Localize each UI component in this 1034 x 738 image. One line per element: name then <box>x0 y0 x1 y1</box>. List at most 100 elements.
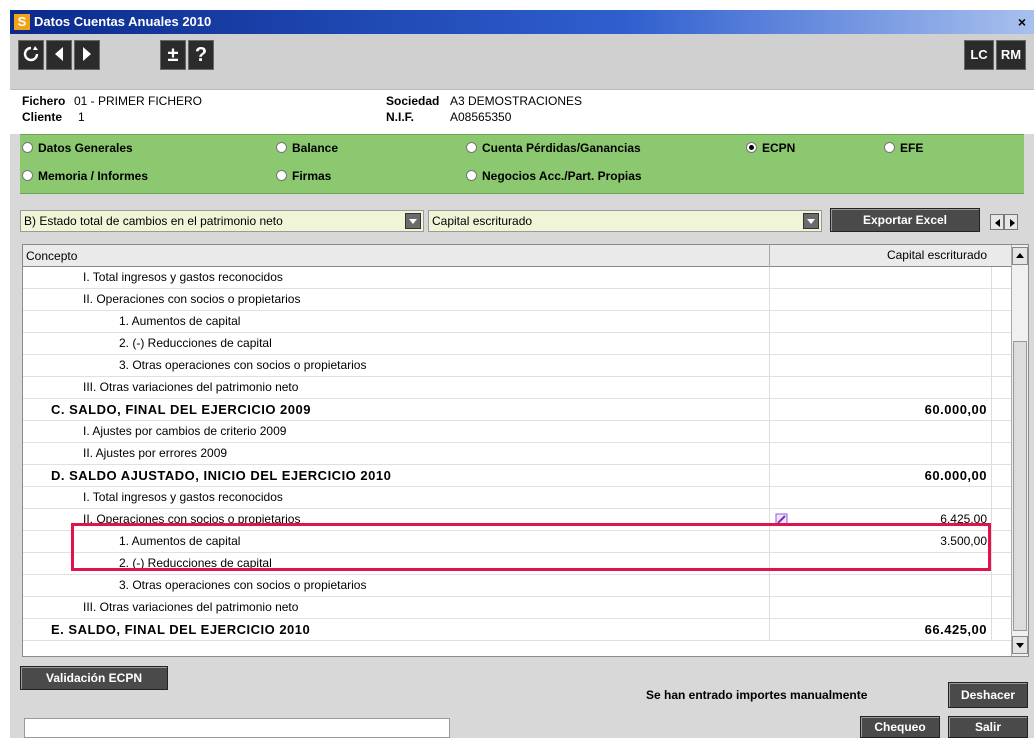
cliente-label: Cliente <box>22 110 63 124</box>
table-row[interactable]: 3. Otras operaciones con socios o propie… <box>23 355 1013 377</box>
empty-cell <box>991 355 1013 377</box>
empty-cell <box>991 267 1013 289</box>
horizontal-scroll-arrows <box>990 214 1020 230</box>
chequeo-button[interactable]: Chequeo <box>860 716 940 738</box>
row-value[interactable] <box>769 553 991 575</box>
table-body: I. Total ingresos y gastos reconocidos II… <box>23 267 1013 641</box>
empty-cell <box>991 421 1013 443</box>
row-value[interactable]: 60.000,00 <box>769 465 991 487</box>
table-row[interactable]: II. Operaciones con socios o propietario… <box>23 509 1013 531</box>
table-row[interactable]: I. Total ingresos y gastos reconocidos <box>23 267 1013 289</box>
table-row[interactable]: 2. (-) Reducciones de capital <box>23 553 1013 575</box>
status-message: Se han entrado importes manualmente <box>646 688 868 702</box>
chevron-down-icon[interactable] <box>405 213 421 229</box>
row-value[interactable] <box>769 597 991 619</box>
table-header: Concepto Capital escriturado <box>23 245 1013 267</box>
row-concept: 3. Otras operaciones con socios o propie… <box>119 578 367 592</box>
row-value[interactable] <box>769 421 991 443</box>
empty-cell <box>991 531 1013 553</box>
table-row[interactable]: 2. (-) Reducciones de capital <box>23 333 1013 355</box>
table-row[interactable]: III. Otras variaciones del patrimonio ne… <box>23 377 1013 399</box>
deshacer-button[interactable]: Deshacer <box>948 682 1028 708</box>
row-value[interactable]: 60.000,00 <box>769 399 991 421</box>
row-value[interactable]: 6.425,00 <box>769 509 991 531</box>
export-excel-button[interactable]: Exportar Excel <box>830 208 980 232</box>
scroll-down-icon[interactable] <box>1012 636 1028 654</box>
row-value[interactable] <box>769 311 991 333</box>
estado-select[interactable]: B) Estado total de cambios en el patrimo… <box>20 210 424 232</box>
row-concept: I. Ajustes por cambios de criterio 2009 <box>83 424 287 438</box>
scrollbar-thumb[interactable] <box>1013 341 1027 631</box>
row-value[interactable] <box>769 267 991 289</box>
row-value[interactable] <box>769 575 991 597</box>
empty-cell <box>991 289 1013 311</box>
row-concept: 3. Otras operaciones con socios o propie… <box>119 358 367 372</box>
row-concept: II. Operaciones con socios o propietario… <box>83 292 301 306</box>
row-value[interactable] <box>769 377 991 399</box>
close-icon[interactable]: × <box>1014 14 1030 30</box>
scroll-up-icon[interactable] <box>1012 247 1028 265</box>
app-logo-icon: S <box>14 14 30 30</box>
lc-button[interactable]: LC <box>964 40 994 70</box>
pencil-icon <box>775 513 788 526</box>
radio-button-selected-icon <box>746 142 757 153</box>
validacion-ecpn-button[interactable]: Validación ECPN <box>20 666 168 690</box>
table-row[interactable]: D. SALDO AJUSTADO, INICIO DEL EJERCICIO … <box>23 465 1013 487</box>
radio-negocios-acc[interactable]: Negocios Acc./Part. Propias <box>466 167 642 185</box>
scroll-left-icon[interactable] <box>990 214 1004 230</box>
row-concept: II. Ajustes por errores 2009 <box>83 446 228 460</box>
help-button[interactable]: ? <box>188 40 214 70</box>
radio-firmas[interactable]: Firmas <box>276 167 331 185</box>
rm-button[interactable]: RM <box>996 40 1026 70</box>
back-button[interactable] <box>46 40 72 70</box>
radio-ecpn[interactable]: ECPN <box>746 139 795 157</box>
table-row[interactable]: 1. Aumentos de capital 3.500,00 <box>23 531 1013 553</box>
columna-select[interactable]: Capital escriturado <box>428 210 822 232</box>
column-header-capital[interactable]: Capital escriturado <box>769 245 991 267</box>
table-row[interactable]: II. Operaciones con socios o propietario… <box>23 289 1013 311</box>
salir-button[interactable]: Salir <box>948 716 1028 738</box>
row-value[interactable] <box>769 443 991 465</box>
table-row[interactable]: 1. Aumentos de capital <box>23 311 1013 333</box>
empty-cell <box>991 399 1013 421</box>
row-value[interactable] <box>769 289 991 311</box>
nif-label: N.I.F. <box>386 110 415 124</box>
chevron-down-icon[interactable] <box>803 213 819 229</box>
radio-button-icon <box>276 170 287 181</box>
row-value[interactable]: 3.500,00 <box>769 531 991 553</box>
empty-cell <box>991 443 1013 465</box>
table-row[interactable]: 3. Otras operaciones con socios o propie… <box>23 575 1013 597</box>
table-row[interactable]: C. SALDO, FINAL DEL EJERCICIO 2009 60.000… <box>23 399 1013 421</box>
forward-icon <box>83 47 91 61</box>
filter-row: B) Estado total de cambios en el patrimo… <box>10 194 1034 244</box>
row-value[interactable]: 66.425,00 <box>769 619 991 641</box>
refresh-icon <box>23 46 39 62</box>
plus-minus-icon: ± <box>167 44 179 66</box>
row-value[interactable] <box>769 355 991 377</box>
help-icon: ? <box>194 44 208 66</box>
section-selector: Datos Generales Balance Cuenta Pérdidas/… <box>20 134 1024 194</box>
row-value[interactable] <box>769 487 991 509</box>
row-concept: 1. Aumentos de capital <box>119 534 241 548</box>
radio-cuenta-pyg[interactable]: Cuenta Pérdidas/Ganancias <box>466 139 641 157</box>
table-row[interactable]: I. Total ingresos y gastos reconocidos <box>23 487 1013 509</box>
row-concept: I. Total ingresos y gastos reconocidos <box>83 270 283 284</box>
column-header-concepto[interactable]: Concepto <box>26 249 77 263</box>
row-value[interactable] <box>769 333 991 355</box>
table-row[interactable]: III. Otras variaciones del patrimonio ne… <box>23 597 1013 619</box>
forward-button[interactable] <box>74 40 100 70</box>
row-concept: III. Otras variaciones del patrimonio ne… <box>83 380 299 394</box>
radio-button-icon <box>466 142 477 153</box>
radio-efe[interactable]: EFE <box>884 139 923 157</box>
table-row[interactable]: I. Ajustes por cambios de criterio 2009 <box>23 421 1013 443</box>
vertical-scrollbar[interactable] <box>1011 245 1028 656</box>
scroll-right-icon[interactable] <box>1004 214 1018 230</box>
table-row[interactable]: E. SALDO, FINAL DEL EJERCICIO 2010 66.425… <box>23 619 1013 641</box>
radio-datos-generales[interactable]: Datos Generales <box>22 139 133 157</box>
plus-minus-button[interactable]: ± <box>160 40 186 70</box>
refresh-button[interactable] <box>18 40 44 70</box>
row-concept: D. SALDO AJUSTADO, INICIO DEL EJERCICIO … <box>51 468 392 483</box>
radio-memoria-informes[interactable]: Memoria / Informes <box>22 167 148 185</box>
radio-balance[interactable]: Balance <box>276 139 338 157</box>
table-row[interactable]: II. Ajustes por errores 2009 <box>23 443 1013 465</box>
